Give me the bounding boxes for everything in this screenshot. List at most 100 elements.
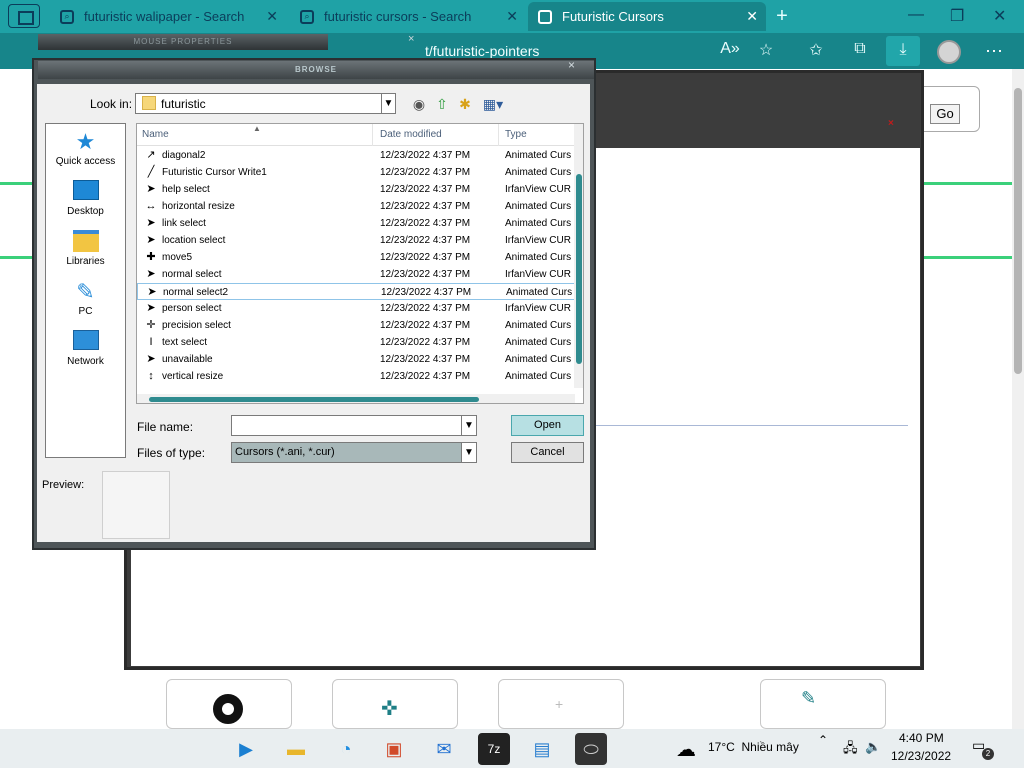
file-row[interactable]: ➤ normal select 12/23/2022 4:37 PM IrfanVie… <box>137 266 575 283</box>
address-url-fragment[interactable]: t/futuristic-pointers <box>425 43 539 59</box>
chevron-up-icon[interactable]: ⌃ <box>818 733 828 747</box>
tab-wallpaper-search[interactable]: ⌕ futuristic walipaper - Search ✕ <box>50 2 286 31</box>
file-row[interactable]: ✚ move5 12/23/2022 4:37 PM Animated Curs <box>137 249 575 266</box>
clock-date[interactable]: 12/23/2022 <box>891 749 951 763</box>
view-menu-icon[interactable]: ▦▾ <box>481 95 505 113</box>
open-button[interactable]: Open <box>511 415 584 436</box>
file-date: 12/23/2022 4:37 PM <box>380 303 471 314</box>
place-label: Network <box>67 356 104 367</box>
mouse-icon[interactable]: ⬭ <box>575 733 607 765</box>
edge-icon[interactable]: ◔ <box>330 733 362 765</box>
file-row[interactable]: ✛ precision select 12/23/2022 4:37 PM Anima… <box>137 317 575 334</box>
file-explorer-icon[interactable]: ▬ <box>280 733 312 765</box>
file-name: person select <box>162 303 222 314</box>
file-row[interactable]: ➤ location select 12/23/2022 4:37 PM IrfanV… <box>137 232 575 249</box>
chevron-down-icon[interactable]: ▼ <box>381 94 395 113</box>
chevron-down-icon[interactable]: ▼ <box>461 416 476 435</box>
file-row[interactable]: ╱ Futuristic Cursor Write1 12/23/2022 4:37… <box>137 164 575 181</box>
file-list-hscroll-thumb[interactable] <box>149 397 479 402</box>
cursor-file-icon: ✛ <box>146 319 156 331</box>
file-row[interactable]: ➤ normal select2 12/23/2022 4:37 PM Animate… <box>137 283 575 300</box>
cursor-file-icon: ➤ <box>147 286 157 298</box>
place-network[interactable]: Network <box>46 330 125 367</box>
column-header-date[interactable]: Date modified <box>375 124 499 146</box>
back-icon[interactable]: ◉ <box>410 95 428 113</box>
cancel-button[interactable]: Cancel <box>511 442 584 463</box>
file-row[interactable]: ↗ diagonal2 12/23/2022 4:37 PM Animated Cur… <box>137 147 575 164</box>
cursor-tile[interactable]: ✎ <box>760 679 886 729</box>
weather-condition: Nhiều mây <box>741 740 799 754</box>
up-folder-icon[interactable]: ⇧ <box>433 95 451 113</box>
preview-label: Preview: <box>42 479 85 491</box>
chevron-down-icon[interactable]: ▼ <box>461 443 476 462</box>
file-row[interactable]: ➤ unavailable 12/23/2022 4:37 PM Animated C… <box>137 351 575 368</box>
go-button[interactable]: Go <box>930 104 960 124</box>
page-scroll-thumb[interactable] <box>1014 88 1022 374</box>
file-type: Animated Curs <box>505 252 572 263</box>
tab-cursors-search[interactable]: ⌕ futuristic cursors - Search ✕ <box>290 2 526 31</box>
file-type: Animated Curs <box>505 201 572 212</box>
close-window-icon[interactable]: ✕ <box>993 6 1006 26</box>
place-label: Libraries <box>66 256 105 267</box>
close-icon[interactable]: × <box>568 58 575 72</box>
files-of-type-select[interactable]: Cursors (*.ani, *.cur) <box>231 442 477 463</box>
file-name: help select <box>162 184 210 195</box>
media-player-icon[interactable]: ▶ <box>230 733 262 765</box>
control-panel-icon[interactable]: ▤ <box>526 733 558 765</box>
store-icon[interactable]: ▣ <box>378 733 410 765</box>
place-desktop[interactable]: Desktop <box>46 180 125 217</box>
file-row[interactable]: Ιtext select 12/23/2022 4:37 PM Animated C… <box>137 334 575 351</box>
cursor-file-icon: ➤ <box>146 234 156 246</box>
place-pc[interactable]: ✎ PC <box>46 280 125 318</box>
profile-icon[interactable] <box>937 40 961 64</box>
file-name-input[interactable] <box>231 415 477 436</box>
place-label: Desktop <box>67 206 104 217</box>
file-name: vertical resize <box>162 371 224 382</box>
close-icon[interactable]: ✕ <box>266 8 278 25</box>
minimize-icon[interactable]: — <box>908 6 924 24</box>
file-row[interactable]: ➤ person select 12/23/2022 4:37 PM IrfanVie… <box>137 300 575 317</box>
clock-time[interactable]: 4:40 PM <box>899 731 944 745</box>
favorite-icon[interactable]: ☆ <box>754 40 778 62</box>
close-icon[interactable]: ✕ <box>506 8 518 25</box>
new-folder-icon[interactable]: ✱ <box>456 95 474 113</box>
file-type: Animated Curs <box>505 320 572 331</box>
place-quick-access[interactable]: ★ Quick access <box>46 130 125 168</box>
collections-icon[interactable]: ⧉ <box>848 40 872 62</box>
volume-icon[interactable]: 🔈 <box>865 739 881 755</box>
file-date: 12/23/2022 4:37 PM <box>380 269 471 280</box>
more-icon[interactable]: ⋯ <box>985 41 1003 62</box>
cursor-tile[interactable]: + <box>498 679 624 729</box>
mouse-properties-title: MOUSE PROPERTIES <box>38 34 328 50</box>
weather-text[interactable]: 17°C Nhiều mây <box>708 740 799 754</box>
cursor-file-icon: ➤ <box>146 302 156 314</box>
libraries-icon <box>72 230 100 254</box>
new-tab-button[interactable]: + <box>768 5 796 29</box>
cursor-tile[interactable] <box>166 679 292 729</box>
notification-badge: 2 <box>982 748 994 760</box>
maximize-icon[interactable]: ❐ <box>950 6 964 26</box>
download-icon[interactable]: ⤓ <box>886 36 920 66</box>
close-icon[interactable]: × <box>888 118 894 129</box>
close-icon[interactable]: × <box>408 33 414 45</box>
weather-cloud-icon[interactable]: ☁ <box>676 737 696 762</box>
page-icon <box>538 9 552 24</box>
file-row[interactable]: ↔ horizontal resize 12/23/2022 4:37 PM Anim… <box>137 198 575 215</box>
file-list-vscroll-thumb[interactable] <box>576 174 582 364</box>
file-row[interactable]: ➤ link select 12/23/2022 4:37 PM Animated C… <box>137 215 575 232</box>
favorites-icon[interactable]: ✩ <box>804 40 828 62</box>
7zip-icon[interactable]: 7z <box>478 733 510 765</box>
close-icon[interactable]: ✕ <box>746 8 758 25</box>
network-tray-icon[interactable]: 🖧 <box>843 739 858 761</box>
cursor-tile[interactable]: ✜ <box>332 679 458 729</box>
file-type: IrfanView CUR <box>505 184 571 195</box>
tab-futuristic-cursors[interactable]: Futuristic Cursors ✕ <box>528 2 766 31</box>
mail-icon[interactable]: ✉ <box>428 733 460 765</box>
move-cursor-icon: ✜ <box>381 698 398 720</box>
file-row[interactable]: ↕ vertical resize 12/23/2022 4:37 PM Animat… <box>137 368 575 385</box>
place-libraries[interactable]: Libraries <box>46 230 125 267</box>
read-aloud-icon[interactable]: A» <box>718 40 742 62</box>
tab-actions-button[interactable] <box>8 4 40 28</box>
column-header-type[interactable]: Type <box>500 124 575 146</box>
file-row[interactable]: ➤ help select 12/23/2022 4:37 PM IrfanView … <box>137 181 575 198</box>
